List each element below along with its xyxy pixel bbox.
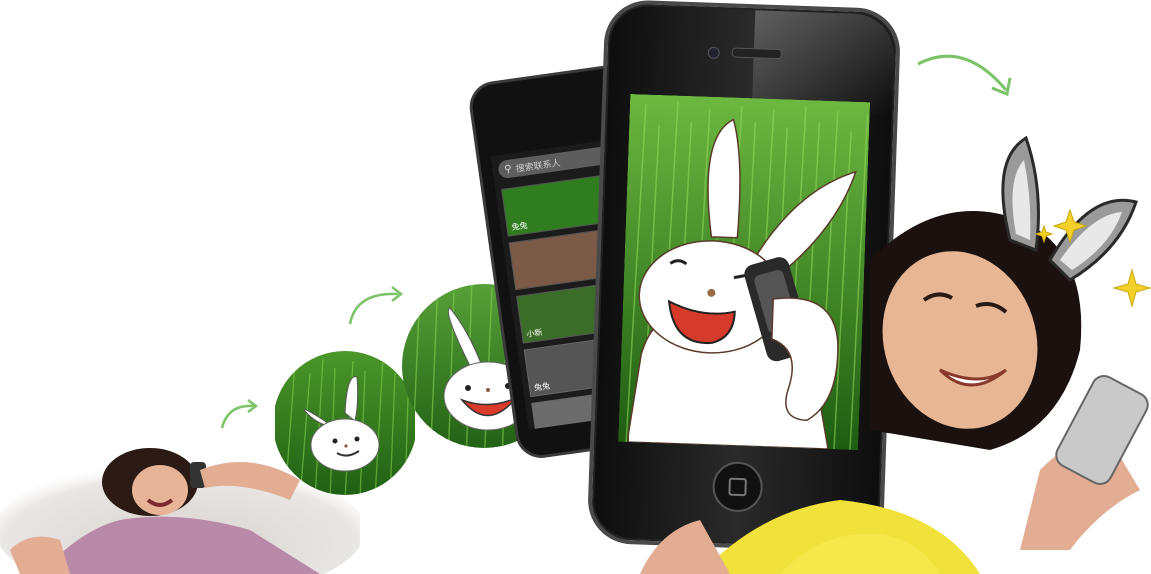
curved-arrow-icon — [346, 282, 410, 328]
bunny-circle-small — [275, 343, 415, 499]
curved-arrow-icon — [914, 44, 1018, 100]
contact-label: 兔兔 — [533, 381, 551, 393]
contact-label: 兔兔 — [510, 220, 529, 233]
contact-label: 小新 — [526, 327, 544, 339]
woman-bunny-ears-photo-right — [640, 130, 1151, 574]
earpiece — [731, 47, 782, 60]
search-placeholder: 搜索联系人 — [515, 158, 562, 175]
search-icon: ⚲ — [503, 163, 513, 175]
curved-arrow-icon — [218, 396, 264, 432]
